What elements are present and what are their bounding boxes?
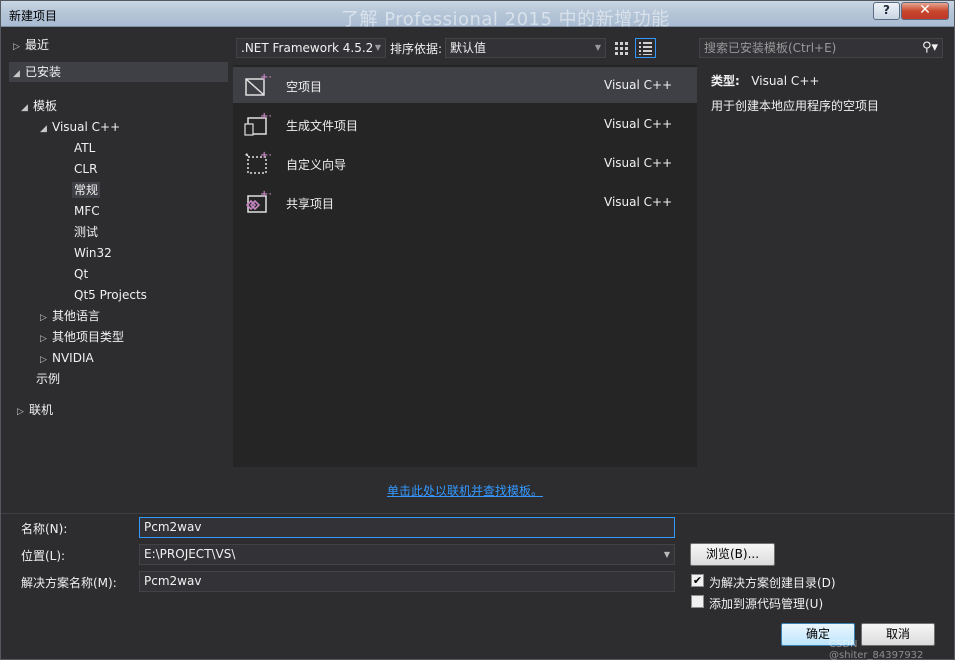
- tree-item-label: 已安装: [25, 65, 62, 79]
- expand-arrow-icon[interactable]: ▷: [13, 37, 25, 57]
- template-name: 空项目: [286, 80, 323, 94]
- expand-arrow-icon[interactable]: ▷: [40, 350, 52, 370]
- tree-item-label: Visual C++: [52, 120, 121, 134]
- tree-item-label: 联机: [29, 403, 54, 417]
- template-name: 共享项目: [286, 197, 335, 211]
- grid-view-icon: [615, 42, 628, 55]
- template-language: Visual C++: [604, 195, 673, 209]
- collapse-arrow-icon[interactable]: ◢: [13, 64, 25, 84]
- framework-value: .NET Framework 4.5.2: [241, 41, 374, 55]
- solution-name-value: Pcm2wav: [144, 574, 202, 588]
- template-search-input[interactable]: 搜索已安装模板(Ctrl+E) ⚲▾: [699, 38, 943, 58]
- description-type-value: Visual C++: [751, 74, 820, 88]
- background-window-title: 了解 Professional 2015 中的新增功能: [341, 9, 670, 30]
- tree-item-other-languages[interactable]: ▷ 其他语言: [40, 306, 100, 326]
- new-project-dialog: 新建项目 了解 Professional 2015 中的新增功能 ? ✕ ▷ 最近…: [0, 0, 955, 660]
- svg-text:++: ++: [260, 150, 271, 161]
- template-item-custom-wizard[interactable]: ++ 自定义向导 Visual C++: [233, 145, 697, 181]
- browse-button[interactable]: 浏览(B)...: [690, 543, 775, 566]
- tree-item-samples[interactable]: 示例: [36, 369, 60, 389]
- template-list: ++ 空项目 Visual C++ ++ 生成文件项目 Visual C++ +…: [233, 65, 697, 467]
- template-language: Visual C++: [604, 117, 673, 131]
- tree-item-label: 模板: [33, 99, 58, 113]
- tree-item-label: 常规: [72, 182, 101, 198]
- tree-item-test[interactable]: 测试: [74, 222, 98, 242]
- template-item-makefile-project[interactable]: ++ 生成文件项目 Visual C++: [233, 106, 697, 142]
- expand-arrow-icon[interactable]: ▷: [40, 329, 52, 349]
- empty-project-icon: ++: [245, 72, 271, 96]
- tree-item-templates[interactable]: ◢ 模板: [21, 96, 57, 116]
- template-item-empty-project[interactable]: ++ 空项目 Visual C++: [233, 67, 697, 103]
- tree-item-clr[interactable]: CLR: [74, 159, 97, 179]
- tree-item-label: 其他语言: [52, 309, 101, 323]
- sort-label: 排序依据:: [390, 42, 443, 56]
- template-description: 类型: Visual C++ 用于创建本地应用程序的空项目: [699, 65, 945, 467]
- small-icons-view-button[interactable]: [611, 38, 632, 58]
- project-settings-form: 名称(N): Pcm2wav 位置(L): E:\PROJECT\VS\ ▼ 浏…: [1, 513, 954, 659]
- tree-item-label: 最近: [25, 38, 50, 52]
- tree-item-mfc[interactable]: MFC: [74, 201, 100, 221]
- description-type-label: 类型:: [711, 74, 740, 88]
- expand-arrow-icon[interactable]: ▷: [17, 402, 29, 422]
- tree-item-installed[interactable]: ◢ 已安装: [9, 62, 228, 82]
- project-name-value: Pcm2wav: [144, 520, 202, 534]
- template-item-shared-project[interactable]: ++ 共享项目 Visual C++: [233, 184, 697, 220]
- collapse-arrow-icon[interactable]: ◢: [40, 119, 52, 139]
- title-bar[interactable]: 新建项目 了解 Professional 2015 中的新增功能 ? ✕: [1, 1, 954, 30]
- framework-dropdown[interactable]: .NET Framework 4.5.2 ▼: [236, 38, 386, 58]
- template-name: 生成文件项目: [286, 119, 359, 133]
- sort-value: 默认值: [450, 41, 487, 55]
- list-view-icon: [639, 42, 652, 55]
- expand-arrow-icon[interactable]: ▷: [40, 308, 52, 328]
- chevron-down-icon: ▼: [374, 43, 381, 52]
- tree-item-visual-cpp[interactable]: ◢ Visual C++: [40, 117, 120, 137]
- tree-item-general[interactable]: 常规: [72, 180, 101, 200]
- tree-item-label: 其他项目类型: [52, 330, 125, 344]
- watermark: CSDN @shiter_84397932: [829, 639, 924, 660]
- window-title: 新建项目: [9, 9, 58, 23]
- search-icon[interactable]: ⚲▾: [922, 39, 938, 57]
- name-label: 名称(N):: [21, 522, 68, 536]
- shared-project-icon: ++: [245, 189, 271, 213]
- tree-item-nvidia[interactable]: ▷ NVIDIA: [40, 348, 94, 368]
- create-directory-label[interactable]: 为解决方案创建目录(D): [709, 574, 836, 591]
- location-combobox[interactable]: E:\PROJECT\VS\ ▼: [139, 544, 675, 565]
- project-name-input[interactable]: Pcm2wav: [139, 517, 675, 538]
- create-directory-checkbox[interactable]: ✔: [691, 574, 704, 587]
- location-value: E:\PROJECT\VS\: [144, 547, 236, 561]
- sort-dropdown[interactable]: 默认值 ▼: [445, 38, 606, 58]
- makefile-project-icon: ++: [244, 111, 271, 136]
- tree-item-win32[interactable]: Win32: [74, 243, 112, 263]
- template-language: Visual C++: [604, 156, 673, 170]
- help-button[interactable]: ?: [873, 2, 900, 20]
- template-tree: ▷ 最近 ◢ 已安装 ◢ 模板 ◢ Visual C++ ATL CLR 常规 MFC …: [9, 33, 231, 473]
- source-control-checkbox[interactable]: [691, 595, 704, 608]
- template-name: 自定义向导: [286, 158, 347, 172]
- tree-item-atl[interactable]: ATL: [74, 138, 95, 158]
- tree-item-online[interactable]: ▷ 联机: [17, 400, 53, 420]
- find-templates-online-link[interactable]: 单击此处以联机并查找模板。: [233, 482, 697, 499]
- solution-name-input[interactable]: Pcm2wav: [139, 571, 675, 592]
- search-placeholder: 搜索已安装模板(Ctrl+E): [704, 41, 837, 55]
- tree-item-qt5-projects[interactable]: Qt5 Projects: [74, 285, 147, 305]
- tree-item-label: NVIDIA: [52, 351, 94, 365]
- chevron-down-icon[interactable]: ▼: [664, 545, 670, 564]
- tree-item-recent[interactable]: ▷ 最近: [13, 35, 49, 55]
- collapse-arrow-icon[interactable]: ◢: [21, 98, 33, 118]
- location-label: 位置(L):: [21, 549, 66, 563]
- svg-text:++: ++: [260, 189, 271, 200]
- template-language: Visual C++: [604, 78, 673, 92]
- chevron-down-icon: ▼: [594, 43, 601, 52]
- svg-text:++: ++: [260, 111, 271, 122]
- description-type: 类型: Visual C++: [711, 72, 819, 89]
- solution-name-label: 解决方案名称(M):: [21, 576, 117, 590]
- close-button[interactable]: ✕: [901, 2, 949, 20]
- custom-wizard-icon: ++: [245, 150, 271, 174]
- tree-item-qt[interactable]: Qt: [74, 264, 88, 284]
- tree-item-other-project-types[interactable]: ▷ 其他项目类型: [40, 327, 124, 347]
- svg-text:++: ++: [260, 72, 271, 83]
- description-text: 用于创建本地应用程序的空项目: [711, 99, 880, 113]
- source-control-label[interactable]: 添加到源代码管理(U): [709, 595, 823, 612]
- list-view-button[interactable]: [635, 38, 656, 58]
